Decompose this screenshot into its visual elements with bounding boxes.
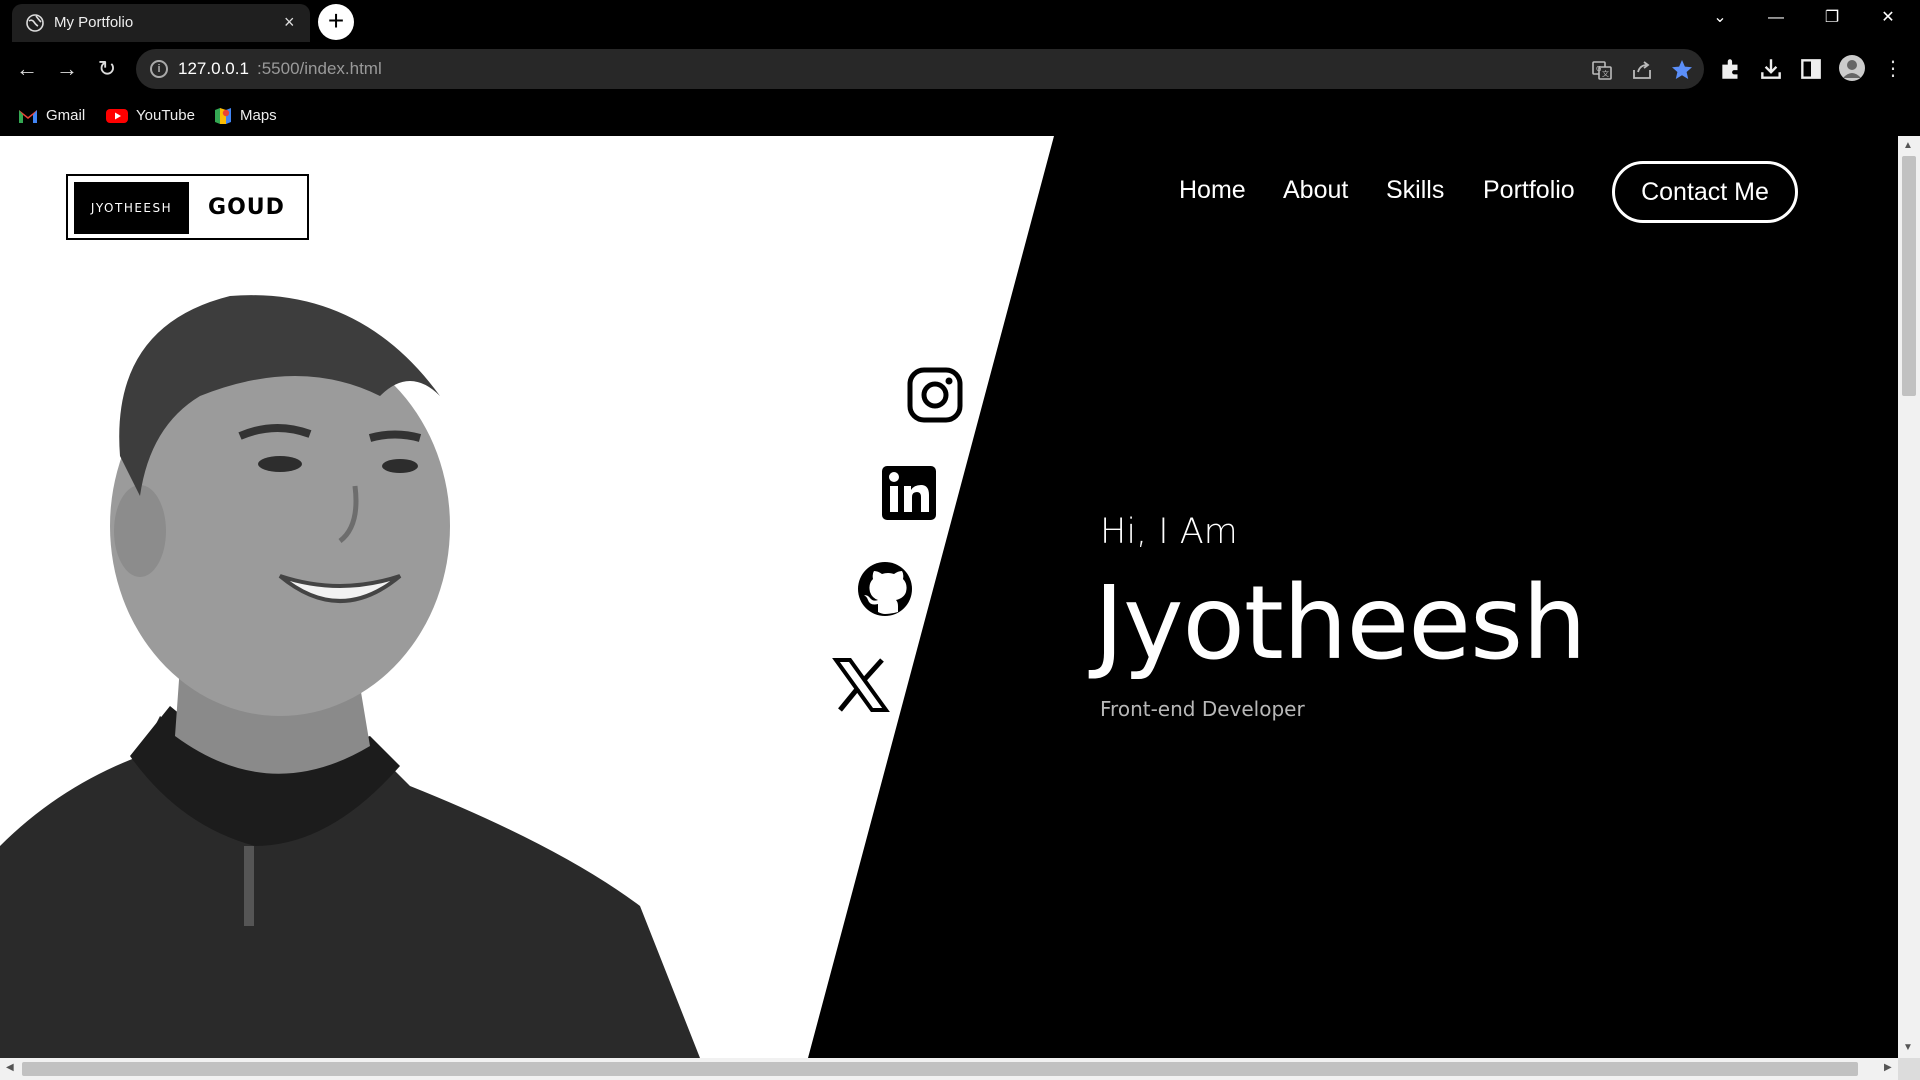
horizontal-scroll-thumb[interactable] <box>22 1062 1858 1076</box>
contact-me-button[interactable]: Contact Me <box>1612 161 1798 223</box>
bookmark-label: YouTube <box>136 107 195 124</box>
nav-about[interactable]: About <box>1283 176 1348 205</box>
bookmark-star-icon[interactable] <box>1670 58 1694 82</box>
nav-skills[interactable]: Skills <box>1386 176 1444 205</box>
bookmarks-bar: Gmail YouTube Maps <box>0 96 1920 136</box>
profile-avatar-icon[interactable] <box>1838 54 1866 82</box>
profile-portrait <box>0 295 700 1058</box>
hero-role: Front-end Developer <box>1100 697 1305 721</box>
scroll-up-arrow-icon[interactable]: ▲ <box>1903 140 1913 151</box>
scroll-down-arrow-icon[interactable]: ▼ <box>1903 1042 1913 1053</box>
close-window-button[interactable]: ✕ <box>1860 0 1916 36</box>
tab-bar: My Portfolio × + ⌄ — ❐ ✕ <box>0 0 1920 42</box>
maps-icon <box>215 108 231 125</box>
bookmark-gmail[interactable]: Gmail <box>18 106 85 126</box>
close-tab-icon[interactable]: × <box>284 13 295 31</box>
forward-button[interactable]: → <box>52 54 82 84</box>
bookmark-label: Gmail <box>46 107 86 124</box>
translate-icon[interactable]: G 文 <box>1590 58 1614 82</box>
nav-home[interactable]: Home <box>1179 176 1246 205</box>
hero-greeting: Hi, I Am <box>1100 512 1238 552</box>
url-path: :5500/index.html <box>257 59 382 78</box>
back-button[interactable]: ← <box>12 54 42 84</box>
linkedin-icon[interactable] <box>880 464 938 522</box>
bookmark-youtube[interactable]: YouTube <box>106 106 195 126</box>
address-bar[interactable]: i 127.0.0.1 :5500/index.html G 文 <box>136 49 1704 89</box>
hero-name: Jyotheesh <box>1094 564 1587 683</box>
gmail-icon <box>19 110 37 124</box>
svg-text:G: G <box>1596 65 1601 73</box>
site-info-icon[interactable]: i <box>150 60 168 78</box>
vertical-scrollbar[interactable]: ▲ ▼ <box>1898 136 1920 1058</box>
logo-first-name: JYOTHEESH <box>74 182 189 234</box>
tab-title: My Portfolio <box>54 14 134 31</box>
minimize-button[interactable]: — <box>1748 0 1804 36</box>
browser-toolbar: ← → ↻ i 127.0.0.1 :5500/index.html G 文 ⋮ <box>0 42 1920 96</box>
page-viewport: JYOTHEESH GOUD Home About Skills Portfol… <box>0 136 1898 1058</box>
scroll-right-arrow-icon[interactable]: ▶ <box>1884 1062 1892 1073</box>
site-logo[interactable]: JYOTHEESH GOUD <box>66 174 309 240</box>
vertical-scroll-thumb[interactable] <box>1902 156 1916 396</box>
github-icon[interactable] <box>856 560 914 618</box>
restore-button[interactable]: ❐ <box>1804 0 1860 36</box>
horizontal-scrollbar[interactable]: ◀ ▶ <box>0 1058 1898 1080</box>
scroll-left-arrow-icon[interactable]: ◀ <box>6 1062 14 1073</box>
url-host: 127.0.0.1 <box>178 59 249 78</box>
reload-button[interactable]: ↻ <box>92 54 122 84</box>
extensions-icon[interactable] <box>1718 56 1744 82</box>
globe-icon <box>26 14 44 32</box>
bookmark-label: Maps <box>240 107 277 124</box>
download-icon[interactable] <box>1758 56 1784 82</box>
bookmark-maps[interactable]: Maps <box>214 106 277 126</box>
svg-text:文: 文 <box>1602 69 1609 78</box>
active-tab[interactable]: My Portfolio × <box>12 4 310 42</box>
share-icon[interactable] <box>1630 58 1654 82</box>
x-icon[interactable] <box>832 656 890 714</box>
youtube-icon <box>106 109 128 124</box>
new-tab-button[interactable]: + <box>318 4 354 40</box>
side-panel-icon[interactable] <box>1798 56 1824 82</box>
nav-portfolio[interactable]: Portfolio <box>1483 176 1575 205</box>
tab-search-icon[interactable]: ⌄ <box>1692 0 1748 36</box>
instagram-icon[interactable] <box>906 366 964 424</box>
logo-last-name: GOUD <box>208 195 285 220</box>
scrollbar-corner <box>1898 1058 1920 1080</box>
menu-kebab-icon[interactable]: ⋮ <box>1878 54 1908 84</box>
